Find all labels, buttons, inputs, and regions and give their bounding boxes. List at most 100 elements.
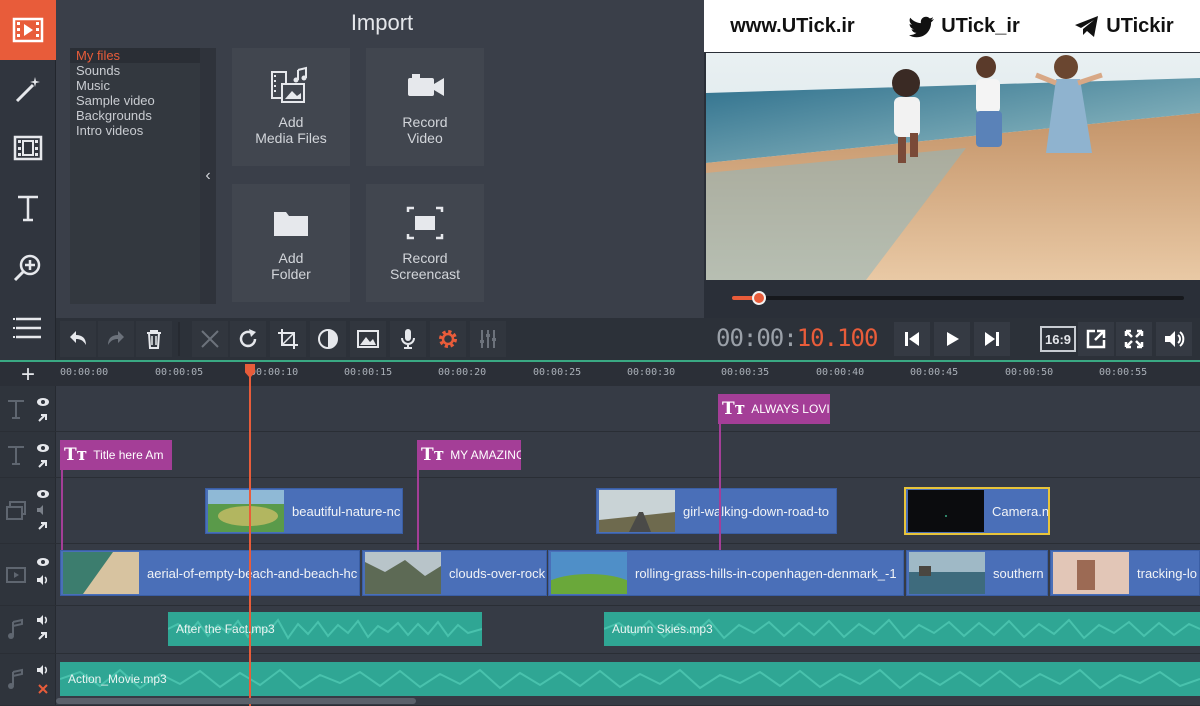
title-track-2[interactable]: Tт Title here Am Tт MY AMAZING [0, 432, 1200, 478]
aspect-ratio-button[interactable]: 16:9 [1040, 326, 1076, 352]
video-clip[interactable]: tracking-lo [1050, 550, 1200, 596]
audio-clip[interactable]: After the Fact.mp3 [168, 612, 482, 646]
audio-clip-name: After the Fact.mp3 [176, 622, 275, 636]
color-adjust-button[interactable] [310, 321, 346, 357]
volume-button[interactable] [1156, 322, 1192, 356]
previous-frame-button[interactable] [894, 322, 930, 356]
import-tool-button[interactable] [0, 0, 56, 60]
microphone-icon [401, 329, 415, 349]
title-clip[interactable]: Tт ALWAYS LOVI [718, 394, 830, 424]
overlay-clip[interactable]: girl-walking-down-road-to [596, 488, 837, 534]
link-icon[interactable] [36, 458, 50, 470]
category-backgrounds[interactable]: Backgrounds [70, 108, 200, 123]
clip-thumbnail [365, 552, 441, 594]
visibility-eye-icon[interactable] [36, 488, 50, 500]
gear-icon [439, 330, 457, 348]
watermark-site-text: www.UTick.ir [730, 14, 855, 37]
tool-sidebar [0, 0, 56, 360]
title-clip[interactable]: Tт Title here Am [60, 440, 172, 470]
clip-thumbnail [551, 552, 627, 594]
visibility-eye-icon[interactable] [36, 396, 50, 408]
unlink-icon[interactable] [36, 682, 50, 694]
filters-tool-button[interactable] [0, 60, 56, 120]
music-note-icon [8, 618, 23, 639]
playhead[interactable] [249, 366, 251, 706]
volume-icon[interactable] [36, 504, 50, 516]
main-video-track[interactable]: aerial-of-empty-beach-and-beach-hc cloud… [0, 544, 1200, 606]
category-intro-videos[interactable]: Intro videos [70, 123, 200, 138]
title-track-1[interactable]: Tт ALWAYS LOVI [0, 386, 1200, 432]
watermark-telegram-text: UTickir [1106, 14, 1174, 37]
audio-waveform [60, 668, 1200, 690]
more-tools-button[interactable] [0, 298, 56, 358]
track-header [0, 386, 56, 431]
import-panel: Import My files Sounds Music Sample vide… [56, 0, 704, 318]
category-sample-video[interactable]: Sample video [70, 93, 200, 108]
overlay-clip-selected[interactable]: Camera.n [904, 487, 1050, 535]
rotate-button[interactable] [230, 321, 266, 357]
crop-button[interactable] [270, 321, 306, 357]
scrub-handle[interactable] [752, 291, 767, 305]
clip-thumbnail [908, 490, 984, 532]
audio-clip-name: Autumn Skies.mp3 [612, 622, 713, 636]
external-window-icon [1086, 329, 1106, 349]
volume-icon[interactable] [36, 574, 50, 586]
preview-scrubber[interactable] [706, 280, 1200, 318]
clip-name: Camera.n [992, 503, 1050, 519]
collapse-list-button[interactable]: ‹ [200, 48, 216, 304]
split-button[interactable] [192, 321, 228, 357]
video-clip[interactable]: rolling-grass-hills-in-copenhagen-denmar… [548, 550, 904, 596]
detach-preview-button[interactable] [1078, 322, 1114, 356]
record-voice-button[interactable] [390, 321, 426, 357]
audio-clip[interactable]: Autumn Skies.mp3 [604, 612, 1200, 646]
play-button[interactable] [934, 322, 970, 356]
audio-mixer-button[interactable] [470, 321, 506, 357]
audio-track-1[interactable]: After the Fact.mp3 Autumn Skies.mp3 [0, 606, 1200, 654]
volume-icon[interactable] [36, 664, 50, 676]
transitions-tool-button[interactable] [0, 118, 56, 178]
video-clip[interactable]: aerial-of-empty-beach-and-beach-hc [60, 550, 360, 596]
visibility-eye-icon[interactable] [36, 442, 50, 454]
timecode-seconds: 10.100 [796, 324, 879, 352]
timeline-scrollbar[interactable] [56, 698, 416, 704]
title-clip[interactable]: Tт MY AMAZING [417, 440, 521, 470]
category-music[interactable]: Music [70, 78, 200, 93]
fullscreen-button[interactable] [1116, 322, 1152, 356]
overlay-clip[interactable]: beautiful-nature-nc [205, 488, 403, 534]
volume-icon[interactable] [36, 614, 50, 626]
add-folder-button[interactable]: Add Folder [232, 184, 350, 302]
next-frame-button[interactable] [974, 322, 1010, 356]
link-icon[interactable] [36, 630, 50, 642]
video-clip[interactable]: clouds-over-rock [362, 550, 547, 596]
visibility-eye-icon[interactable] [36, 556, 50, 568]
titles-tool-button[interactable] [0, 178, 56, 238]
zoom-tool-button[interactable] [0, 238, 56, 298]
scrub-track[interactable] [732, 291, 1184, 305]
add-media-files-button[interactable]: Add Media Files [232, 48, 350, 166]
overlay-video-track[interactable]: beautiful-nature-nc girl-walking-down-ro… [0, 478, 1200, 544]
category-my-files[interactable]: My files [70, 48, 200, 63]
link-icon[interactable] [36, 520, 50, 532]
audio-clip[interactable]: Action_Movie.mp3 [60, 662, 1200, 696]
clip-thumbnail [909, 552, 985, 594]
watermark-twitter: UTick_ir [907, 11, 1020, 41]
clip-name: rolling-grass-hills-in-copenhagen-denmar… [635, 565, 897, 581]
delete-button[interactable] [136, 321, 172, 357]
undo-button[interactable] [60, 321, 96, 357]
clip-name: beautiful-nature-nc [292, 503, 401, 519]
tick-label: 00:00:45 [910, 367, 959, 378]
record-screencast-button[interactable]: Record Screencast [366, 184, 484, 302]
category-sounds[interactable]: Sounds [70, 63, 200, 78]
record-video-button[interactable]: Record Video [366, 48, 484, 166]
list-icon [13, 317, 41, 339]
add-track-button[interactable]: + [0, 361, 56, 388]
link-icon[interactable] [36, 412, 50, 424]
redo-button[interactable] [98, 321, 134, 357]
title-clip-text: Title here Am [93, 448, 164, 462]
clip-properties-button[interactable] [350, 321, 386, 357]
time-ruler[interactable]: + 00:00:00 00:00:05 00:00:10 00:00:15 00… [0, 360, 1200, 388]
settings-button[interactable] [430, 321, 466, 357]
video-preview[interactable] [706, 53, 1200, 280]
title-connector-line [61, 462, 63, 550]
video-clip[interactable]: southern [906, 550, 1048, 596]
